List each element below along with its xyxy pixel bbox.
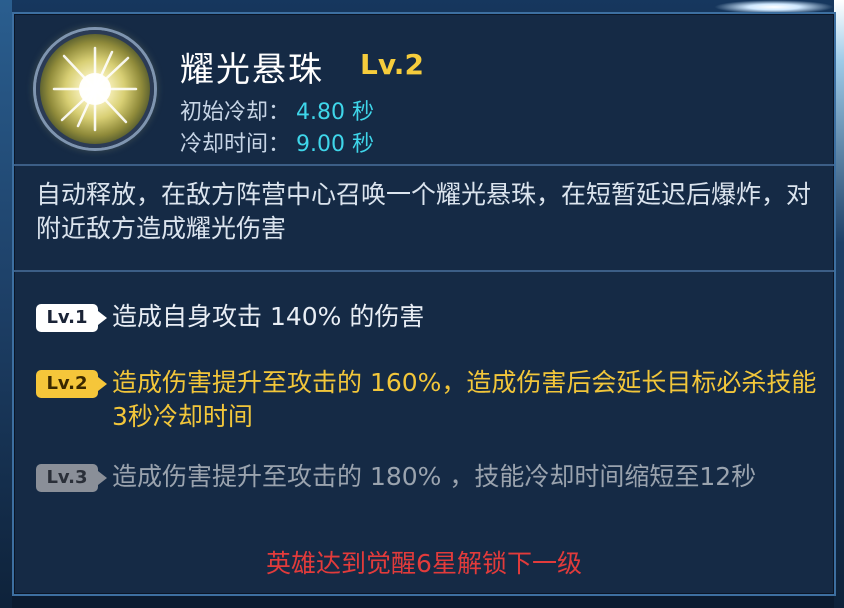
skill-name: 耀光悬珠: [180, 50, 324, 90]
level-badge: Lv.1: [36, 304, 107, 332]
level-effect-text: 造成伤害提升至攻击的 180% ，技能冷却时间缩短至12秒: [112, 462, 757, 491]
skill-description: 自动释放，在敌方阵营中心召唤一个耀光悬珠，在短暂延迟后爆炸，对附近敌方造成耀光伤…: [36, 180, 812, 243]
initial-cooldown-row: 初始冷却： 4.80 秒: [180, 94, 374, 126]
cooldown-label: 冷却时间：: [180, 132, 291, 157]
level-effect-text: 造成自身攻击 140% 的伤害: [112, 302, 425, 331]
cooldown-value: 9.00 秒: [296, 132, 374, 157]
cooldown-row: 冷却时间： 9.00 秒: [180, 126, 374, 158]
initial-cooldown-label: 初始冷却：: [180, 100, 291, 125]
skill-header: 耀光悬珠 Lv.2 初始冷却： 4.80 秒 冷却时间： 9.00 秒: [14, 14, 834, 164]
background-left-edge: [0, 0, 12, 608]
divider: [14, 164, 834, 166]
level-effect-text: 造成伤害提升至攻击的 160%，造成伤害后会延长目标必杀技能3秒冷却时间: [112, 368, 817, 431]
radiant-orb-icon: [36, 30, 154, 148]
level-badge: Lv.2: [36, 370, 107, 398]
level-badge: Lv.3: [36, 464, 107, 492]
skill-detail-panel: 耀光悬珠 Lv.2 初始冷却： 4.80 秒 冷却时间： 9.00 秒 自动释放，在…: [12, 12, 836, 596]
divider: [14, 270, 834, 272]
initial-cooldown-value: 4.80 秒: [296, 100, 374, 125]
unlock-hint: 英雄达到觉醒6星解锁下一级: [266, 549, 582, 578]
skill-level: Lv.2: [360, 48, 424, 81]
